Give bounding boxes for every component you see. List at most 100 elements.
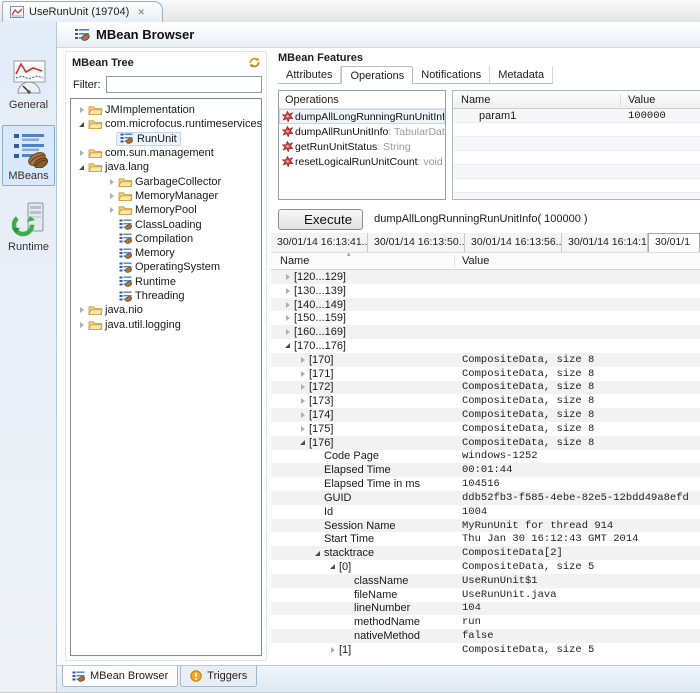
collapse-arrow-icon[interactable]	[311, 551, 324, 556]
expand-arrow-icon[interactable]	[281, 274, 294, 280]
expand-arrow-icon[interactable]	[281, 315, 294, 321]
expand-arrow-icon[interactable]	[296, 426, 309, 432]
result-row-name: [1]	[271, 644, 455, 656]
result-row[interactable]: [140...149]	[271, 298, 700, 312]
expand-arrow-icon[interactable]	[296, 412, 309, 418]
result-row[interactable]: [173]CompositeData, size 8	[271, 394, 700, 408]
result-row[interactable]: GUIDddb52fb3-f585-4ebe-82e5-12bdd49a8efd	[271, 491, 700, 505]
refresh-icon[interactable]	[248, 56, 261, 69]
collapse-arrow-icon[interactable]	[281, 343, 294, 348]
tree-node[interactable]: Threading	[71, 289, 261, 303]
collapse-arrow-icon[interactable]	[76, 122, 87, 127]
expand-arrow-icon[interactable]	[326, 647, 339, 653]
expand-arrow-icon[interactable]	[106, 179, 117, 185]
column-header-value[interactable]: Value	[455, 255, 489, 267]
sidebar-item-general[interactable]: General	[2, 54, 55, 115]
result-row[interactable]: Start TimeThu Jan 30 16:12:43 GMT 2014	[271, 532, 700, 546]
param-row[interactable]: param1100000	[453, 109, 700, 123]
result-row[interactable]: [130...139]	[271, 284, 700, 298]
filter-input[interactable]	[106, 76, 263, 93]
result-tab[interactable]: 30/01/14 16:13:41...	[271, 233, 368, 252]
execute-button[interactable]: Execute	[278, 209, 363, 230]
tree-node[interactable]: ClassLoading	[71, 217, 261, 231]
column-header-name[interactable]: Name	[271, 255, 455, 267]
result-tab[interactable]: 30/01/14 16:13:50...	[368, 233, 465, 252]
result-row[interactable]: Session NameMyRunUnit for thread 914	[271, 519, 700, 533]
tree-node[interactable]: RunUnit	[71, 132, 261, 146]
tree-node[interactable]: Compilation	[71, 232, 261, 246]
result-row[interactable]: Id1004	[271, 505, 700, 519]
result-row[interactable]: [0]CompositeData, size 5	[271, 560, 700, 574]
param-value[interactable]: 100000	[621, 110, 666, 122]
result-row[interactable]: Elapsed Time00:01:44	[271, 463, 700, 477]
result-row[interactable]: [150...159]	[271, 311, 700, 325]
tree-node[interactable]: java.util.logging	[71, 317, 261, 331]
expand-arrow-icon[interactable]	[296, 398, 309, 404]
tab-attributes[interactable]: Attributes	[278, 66, 341, 83]
result-row[interactable]: lineNumber104	[271, 602, 700, 616]
expand-arrow-icon[interactable]	[281, 329, 294, 335]
result-row[interactable]: methodNamerun	[271, 615, 700, 629]
result-row-name: [130...139]	[271, 285, 455, 297]
result-row[interactable]: [160...169]	[271, 325, 700, 339]
tree-node[interactable]: OperatingSystem	[71, 260, 261, 274]
expand-arrow-icon[interactable]	[76, 307, 87, 313]
collapse-arrow-icon[interactable]	[326, 564, 339, 569]
collapse-arrow-icon[interactable]	[76, 165, 87, 170]
result-row[interactable]: [174]CompositeData, size 8	[271, 408, 700, 422]
operation-item[interactable]: dumpAllLongRunningRunUnitInfo : Ta	[279, 109, 445, 124]
editor-tab-userununit[interactable]: UseRunUnit (19704) ✕	[2, 1, 163, 22]
result-row[interactable]: [170...176]	[271, 339, 700, 353]
sidebar-item-runtime[interactable]: Runtime	[2, 196, 55, 257]
tree-node[interactable]: com.sun.management	[71, 146, 261, 160]
tab-operations[interactable]: Operations	[341, 66, 413, 84]
sidebar-item-mbeans[interactable]: MBeans	[2, 125, 55, 186]
result-row[interactable]: [176]CompositeData, size 8	[271, 436, 700, 450]
sort-indicator-icon[interactable]: ▴	[347, 252, 351, 258]
expand-arrow-icon[interactable]	[296, 357, 309, 363]
result-row[interactable]: fileNameUseRunUnit.java	[271, 588, 700, 602]
result-row[interactable]: Elapsed Time in ms104516	[271, 477, 700, 491]
result-row[interactable]: Code Pagewindows-1252	[271, 450, 700, 464]
operation-item[interactable]: dumpAllRunUnitInfo : TabularData	[279, 124, 445, 139]
result-row[interactable]: [175]CompositeData, size 8	[271, 422, 700, 436]
tree-node[interactable]: JMImplementation	[71, 103, 261, 117]
tree-node[interactable]: com.microfocus.runtimeservices	[71, 117, 261, 131]
result-row[interactable]: [1]CompositeData, size 5	[271, 643, 700, 657]
expand-arrow-icon[interactable]	[296, 384, 309, 390]
result-row[interactable]: nativeMethodfalse	[271, 629, 700, 643]
tree-node[interactable]: java.lang	[71, 160, 261, 174]
result-row[interactable]: [170]CompositeData, size 8	[271, 353, 700, 367]
tree-node[interactable]: Memory	[71, 246, 261, 260]
expand-arrow-icon[interactable]	[296, 371, 309, 377]
tree-node[interactable]: GarbageCollector	[71, 174, 261, 188]
result-tab[interactable]: 30/01/14 16:13:56...	[465, 233, 562, 252]
collapse-arrow-icon[interactable]	[296, 440, 309, 445]
tree-node[interactable]: Runtime	[71, 275, 261, 289]
result-row[interactable]: [171]CompositeData, size 8	[271, 367, 700, 381]
expand-arrow-icon[interactable]	[76, 322, 87, 328]
expand-arrow-icon[interactable]	[76, 150, 87, 156]
result-row[interactable]: stacktraceCompositeData[2]	[271, 546, 700, 560]
expand-arrow-icon[interactable]	[106, 193, 117, 199]
tab-metadata[interactable]: Metadata	[490, 66, 553, 83]
operation-item[interactable]: getRunUnitStatus : String	[279, 139, 445, 154]
expand-arrow-icon[interactable]	[281, 302, 294, 308]
result-tab[interactable]: 30/01/14 16:14:18...	[562, 233, 648, 252]
tab-mbean-browser[interactable]: MBean Browser	[62, 666, 178, 687]
expand-arrow-icon[interactable]	[106, 207, 117, 213]
tab-notifications[interactable]: Notifications	[413, 66, 490, 83]
expand-arrow-icon[interactable]	[76, 107, 87, 113]
result-row[interactable]: classNameUseRunUnit$1	[271, 574, 700, 588]
close-icon[interactable]: ✕	[134, 5, 148, 19]
tree-node[interactable]: java.nio	[71, 303, 261, 317]
tree-node[interactable]: MemoryPool	[71, 203, 261, 217]
expand-arrow-icon[interactable]	[281, 288, 294, 294]
result-tab[interactable]: 30/01/1	[648, 233, 700, 252]
tab-triggers[interactable]: Triggers	[180, 666, 257, 687]
tree-node[interactable]: MemoryManager	[71, 189, 261, 203]
result-row[interactable]: [172]CompositeData, size 8	[271, 381, 700, 395]
mbean-icon	[118, 133, 134, 144]
result-row[interactable]: [120...129]	[271, 270, 700, 284]
operation-item[interactable]: resetLogicalRunUnitCount : void	[279, 154, 445, 169]
